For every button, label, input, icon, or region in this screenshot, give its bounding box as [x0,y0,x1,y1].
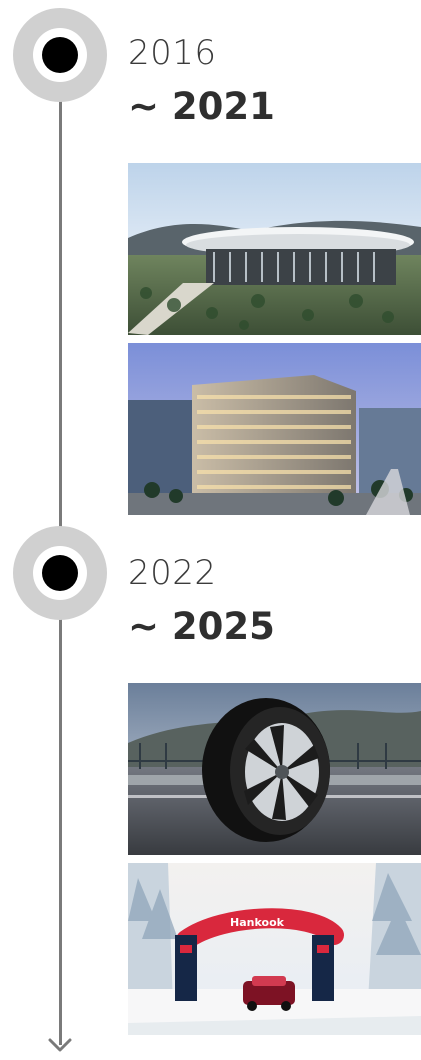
period-end-year: ~ 2025 [128,605,275,648]
arrow-down-icon [48,1038,72,1052]
period-start-year: 2022 [128,553,217,593]
period-start-year: 2016 [128,33,217,73]
period-end-year: ~ 2021 [128,85,275,128]
photo-campus [128,163,421,335]
banner-logo-text: Hankook [230,916,285,929]
timeline-node-icon [13,526,107,620]
timeline-node-icon [13,8,107,102]
photo-tire [128,683,421,855]
photo-office-building [128,343,421,515]
photo-rally-race: Hankook [128,863,421,1035]
